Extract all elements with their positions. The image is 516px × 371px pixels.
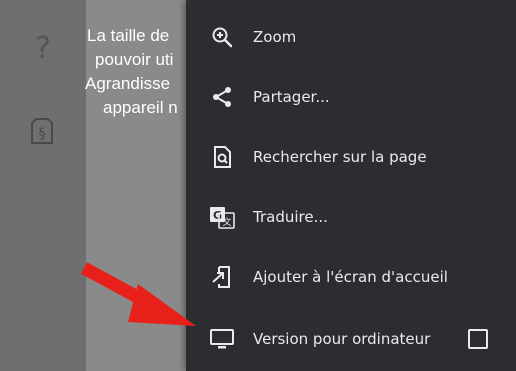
menu-item-desktop-site[interactable]: Version pour ordinateur [186, 309, 516, 369]
menu-item-label: Ajouter à l'écran d'accueil [253, 268, 448, 286]
menu-item-label: Partager... [253, 88, 330, 106]
message-line-4: appareil n [103, 98, 178, 117]
svg-text:G: G [213, 209, 222, 222]
law-icon[interactable]: § [28, 116, 56, 146]
svg-text:文: 文 [222, 216, 231, 228]
message-line-1: La taille de [87, 26, 170, 45]
menu-item-translate[interactable]: G 文 Traduire... [186, 187, 516, 247]
message-line-2: pouvoir uti [95, 50, 174, 69]
menu-item-label: Zoom [253, 28, 297, 46]
menu-item-add-to-home[interactable]: Ajouter à l'écran d'accueil [186, 247, 516, 307]
desktop-site-checkbox[interactable] [468, 329, 488, 349]
zoom-in-icon [208, 23, 236, 51]
overflow-menu: Zoom Partager... Rechercher sur la page [186, 0, 516, 371]
find-in-page-icon [208, 143, 236, 171]
message-line-3: Agrandisse [85, 74, 171, 93]
menu-item-label: Rechercher sur la page [253, 148, 427, 166]
share-icon [208, 83, 236, 111]
menu-item-label: Version pour ordinateur [253, 330, 431, 348]
translate-icon: G 文 [208, 203, 236, 231]
desktop-icon [208, 325, 236, 353]
menu-item-share[interactable]: Partager... [186, 67, 516, 127]
menu-item-label: Traduire... [253, 208, 328, 226]
left-rail: ? § [0, 0, 86, 371]
add-to-home-icon [208, 263, 236, 291]
help-icon[interactable]: ? [28, 30, 58, 64]
svg-text:§: § [39, 126, 46, 142]
menu-item-zoom[interactable]: Zoom [186, 7, 516, 67]
menu-item-find-in-page[interactable]: Rechercher sur la page [186, 127, 516, 187]
red-arrow-icon [80, 262, 196, 326]
svg-text:?: ? [35, 31, 51, 64]
